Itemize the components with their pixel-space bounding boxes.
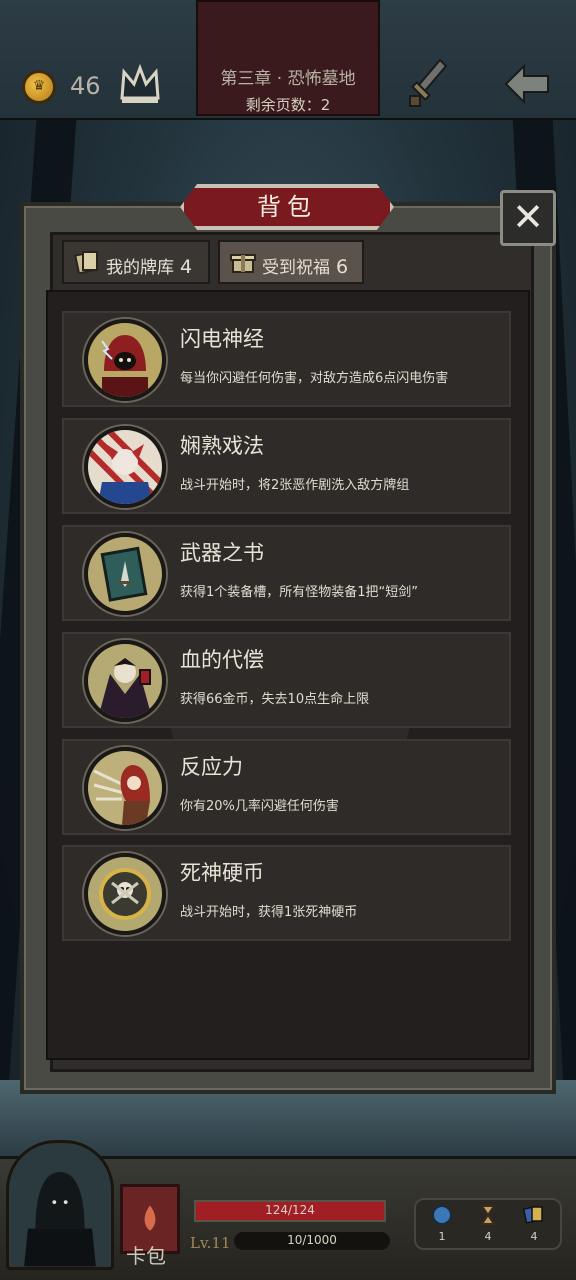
xp-text: 10/1000 xyxy=(287,1233,337,1247)
close-icon: ✕ xyxy=(512,195,544,239)
stat-orb-value: 1 xyxy=(438,1230,446,1243)
close-button[interactable]: ✕ xyxy=(500,190,556,246)
blessing-desc: 你有20%几率闪避任何伤害 xyxy=(180,799,339,814)
blessing-name: 反应力 xyxy=(180,755,243,779)
blessing-desc: 战斗开始时，获得1张死神硬币 xyxy=(180,905,358,920)
stats-box[interactable]: 1 4 4 xyxy=(414,1198,562,1250)
cards-icon xyxy=(523,1206,543,1224)
blessing-name: 死神硬币 xyxy=(180,861,264,885)
hooded-lightning-portrait xyxy=(84,319,166,401)
xp-bar: 10/1000 xyxy=(234,1232,390,1250)
top-bar: ♛ 46 第三章 · 恐怖墓地 剩余页数：2 xyxy=(0,0,576,120)
hourglass-icon xyxy=(480,1205,496,1225)
blessing-desc: 战斗开始时，将2张恶作剧洗入敌方牌组 xyxy=(180,478,410,493)
crown-icon[interactable] xyxy=(118,62,162,106)
blessing-desc: 每当你闪避任何伤害，对敌方造成6点闪电伤害 xyxy=(180,371,449,386)
blessing-item[interactable]: 娴熟戏法 战斗开始时，将2张恶作剧洗入敌方牌组 xyxy=(62,418,511,514)
blessing-item[interactable]: 武器之书 获得1个装备槽，所有怪物装备1把“短剑” xyxy=(62,525,511,621)
vampire-portrait xyxy=(84,640,166,722)
blessing-desc: 获得1个装备槽，所有怪物装备1把“短剑” xyxy=(180,585,419,600)
gift-icon xyxy=(230,254,256,273)
orb-icon xyxy=(432,1205,452,1225)
tab-my-deck-count: 4 xyxy=(180,256,193,278)
tab-my-deck[interactable]: 我的牌库 4 xyxy=(62,240,210,284)
blessing-name: 闪电神经 xyxy=(180,327,264,351)
red-hood-dodge-portrait xyxy=(84,747,166,829)
blessing-item[interactable]: 闪电神经 每当你闪避任何伤害，对敌方造成6点闪电伤害 xyxy=(62,311,511,407)
blessing-item[interactable]: 死神硬币 战斗开始时，获得1张死神硬币 xyxy=(62,845,511,941)
card-icon xyxy=(74,251,98,274)
panel-title: 背包 xyxy=(257,193,317,221)
level-label: Lv.11 xyxy=(190,1234,231,1252)
blessing-name: 娴熟戏法 xyxy=(180,434,264,458)
blessing-name: 武器之书 xyxy=(180,541,264,565)
tab-blessings-label: 受到祝福 6 xyxy=(262,256,349,278)
stat-cards: 4 xyxy=(514,1204,554,1243)
blessing-item[interactable]: 血的代偿 获得66金币，失去10点生命上限 xyxy=(62,632,511,728)
stat-hourglass: 4 xyxy=(468,1204,508,1243)
hp-text: 124/124 xyxy=(265,1203,315,1217)
card-bag-label: 卡包 xyxy=(126,1244,166,1268)
chapter-banner: 第三章 · 恐怖墓地 剩余页数：2 xyxy=(196,0,380,116)
tab-blessings[interactable]: 受到祝福 6 xyxy=(218,240,364,284)
blessing-item[interactable]: 反应力 你有20%几率闪避任何伤害 xyxy=(62,739,511,835)
pages-left-text: 剩余页数：2 xyxy=(245,96,331,114)
jester-portrait xyxy=(84,426,166,508)
panel-title-plate: 背包 xyxy=(180,184,394,230)
weapon-book-portrait xyxy=(84,533,166,615)
hp-bar: 124/124 xyxy=(194,1200,386,1222)
stat-hourglass-value: 4 xyxy=(484,1230,492,1243)
blessing-name: 血的代偿 xyxy=(180,648,264,672)
coin-count: 46 xyxy=(70,72,101,100)
stat-orb: 1 xyxy=(422,1204,462,1243)
tab-my-deck-label: 我的牌库 4 xyxy=(106,256,193,278)
death-coin-portrait xyxy=(84,853,166,935)
sword-icon[interactable] xyxy=(408,58,448,108)
hero-portrait[interactable] xyxy=(6,1140,114,1270)
tab-blessings-count: 6 xyxy=(336,256,349,278)
blessing-desc: 获得66金币，失去10点生命上限 xyxy=(180,692,370,707)
stat-cards-value: 4 xyxy=(530,1230,538,1243)
back-arrow-icon[interactable] xyxy=(504,64,550,104)
chapter-title: 第三章 · 恐怖墓地 xyxy=(220,69,356,89)
coin-icon: ♛ xyxy=(22,70,56,104)
